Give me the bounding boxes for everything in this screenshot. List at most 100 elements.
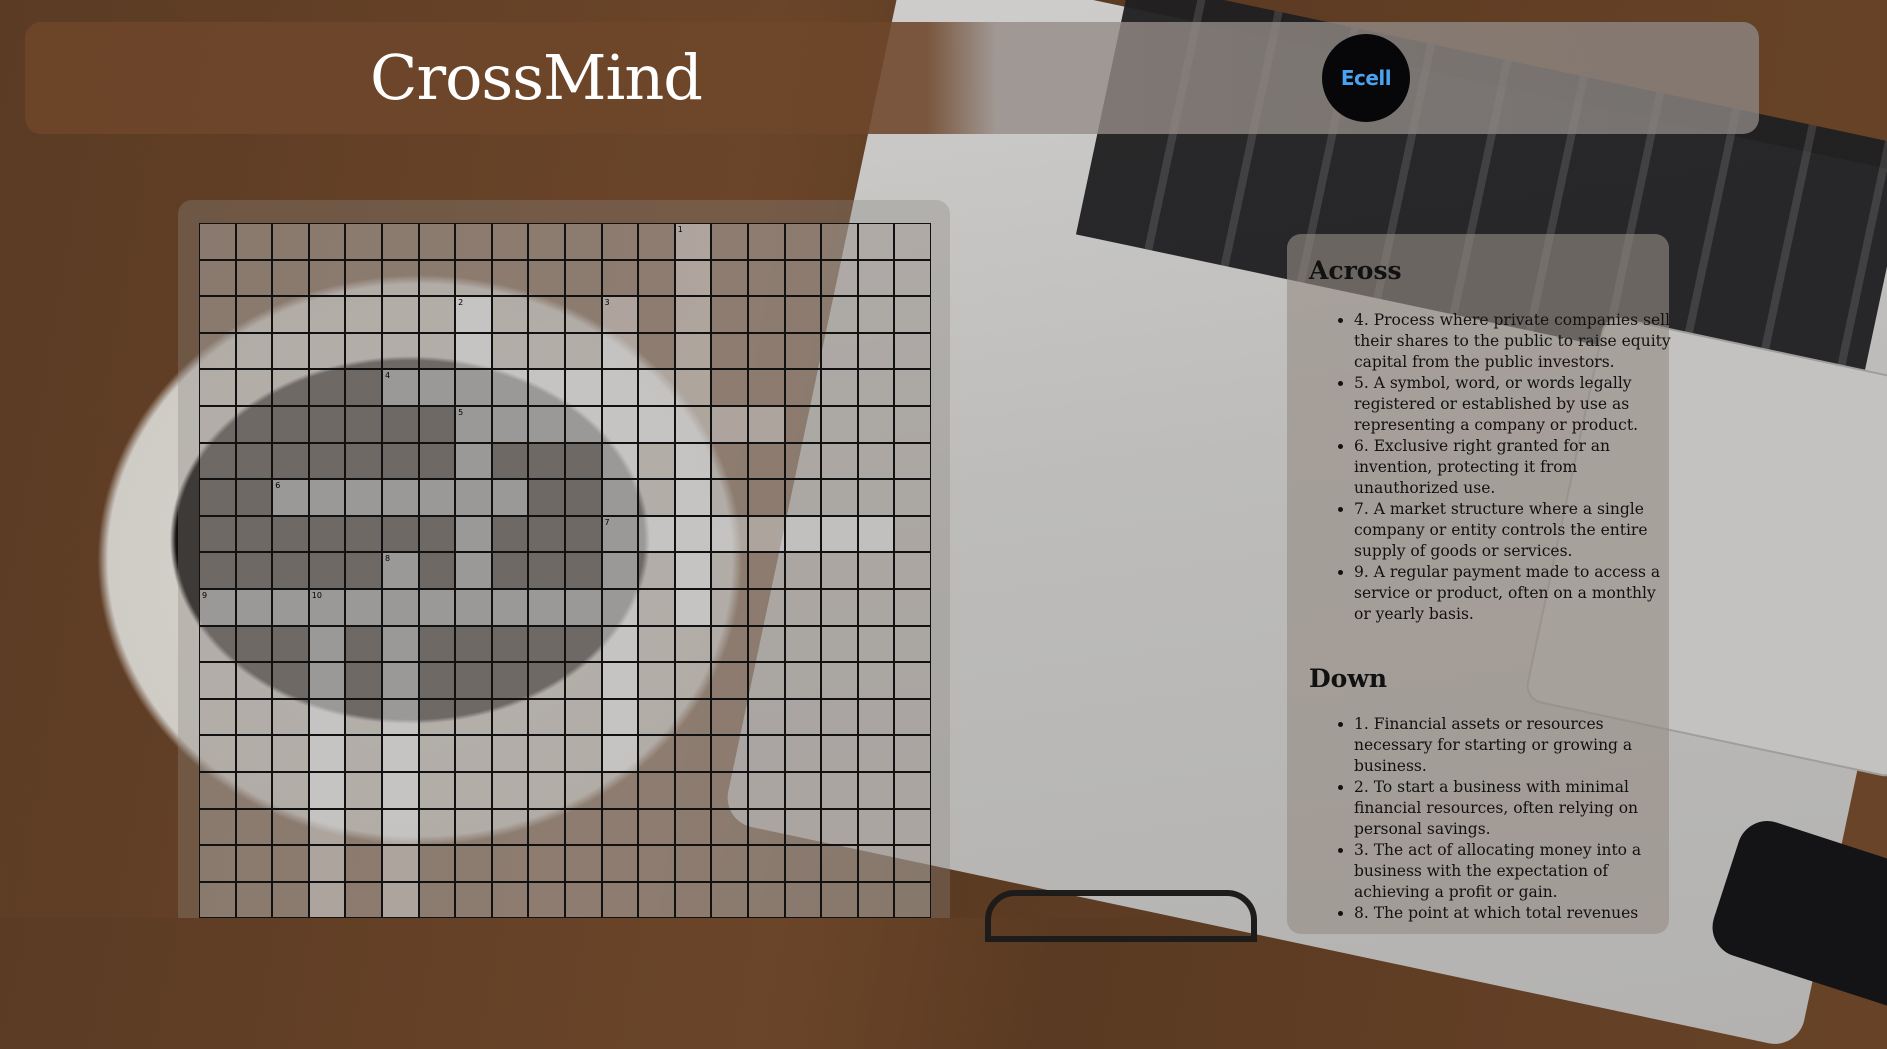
grid-cell[interactable]	[455, 625, 492, 663]
grid-cell[interactable]	[674, 515, 712, 553]
grid-cell[interactable]	[418, 296, 456, 333]
grid-cell[interactable]	[308, 881, 346, 919]
grid-cell[interactable]	[381, 405, 419, 443]
grid-cell[interactable]	[711, 332, 748, 370]
grid-cell[interactable]	[821, 479, 858, 516]
grid-cell[interactable]	[199, 259, 236, 297]
grid-cell[interactable]	[272, 369, 309, 406]
grid-cell[interactable]	[674, 588, 712, 626]
grid-cell[interactable]	[821, 588, 858, 626]
grid-cell[interactable]	[821, 662, 858, 699]
grid-cell[interactable]	[308, 442, 346, 480]
grid-cell[interactable]	[857, 808, 895, 846]
grid-cell[interactable]	[894, 223, 931, 260]
grid-cell[interactable]	[235, 369, 273, 406]
grid-cell[interactable]	[491, 332, 529, 370]
grid-cell[interactable]	[601, 625, 639, 663]
grid-cell[interactable]	[272, 552, 309, 589]
grid-cell[interactable]	[674, 332, 712, 370]
grid-cell[interactable]	[272, 698, 309, 736]
grid-cell[interactable]	[381, 479, 419, 516]
grid-cell[interactable]	[235, 808, 273, 846]
grid-cell[interactable]	[638, 405, 675, 443]
grid-cell[interactable]	[272, 296, 309, 333]
grid-cell[interactable]	[784, 808, 822, 846]
grid-cell[interactable]	[747, 771, 785, 809]
grid-cell[interactable]	[857, 588, 895, 626]
grid-cell[interactable]	[638, 771, 675, 809]
grid-cell[interactable]	[601, 881, 639, 919]
grid-cell[interactable]	[638, 515, 675, 553]
grid-cell[interactable]	[491, 625, 529, 663]
grid-cell[interactable]	[564, 881, 602, 919]
grid-cell[interactable]	[638, 296, 675, 333]
grid-cell[interactable]	[418, 223, 456, 260]
grid-cell[interactable]	[711, 845, 748, 882]
grid-cell[interactable]	[528, 845, 565, 882]
grid-cell[interactable]	[455, 332, 492, 370]
grid-cell[interactable]	[528, 698, 565, 736]
grid-cell[interactable]	[564, 479, 602, 516]
grid-cell[interactable]	[491, 405, 529, 443]
grid-cell[interactable]	[381, 332, 419, 370]
grid-cell[interactable]	[235, 662, 273, 699]
grid-cell[interactable]	[345, 515, 382, 553]
grid-cell[interactable]	[564, 662, 602, 699]
grid-cell[interactable]: 3	[601, 296, 639, 333]
grid-cell[interactable]	[491, 588, 529, 626]
grid-cell[interactable]	[711, 588, 748, 626]
grid-cell[interactable]	[747, 405, 785, 443]
grid-cell[interactable]	[711, 808, 748, 846]
grid-cell[interactable]	[564, 735, 602, 772]
grid-cell[interactable]	[638, 625, 675, 663]
grid-cell[interactable]	[638, 259, 675, 297]
grid-cell[interactable]	[528, 735, 565, 772]
grid-cell[interactable]	[821, 808, 858, 846]
grid-cell[interactable]	[345, 881, 382, 919]
grid-cell[interactable]	[601, 479, 639, 516]
grid-cell[interactable]	[711, 662, 748, 699]
grid-cell[interactable]	[345, 735, 382, 772]
grid-cell[interactable]	[711, 515, 748, 553]
grid-cell[interactable]	[528, 588, 565, 626]
grid-cell[interactable]	[308, 405, 346, 443]
grid-cell[interactable]	[674, 625, 712, 663]
grid-cell[interactable]	[528, 771, 565, 809]
grid-cell[interactable]	[894, 735, 931, 772]
grid-cell[interactable]	[857, 296, 895, 333]
grid-cell[interactable]	[638, 552, 675, 589]
grid-cell[interactable]	[345, 296, 382, 333]
grid-cell[interactable]	[601, 771, 639, 809]
grid-cell[interactable]	[308, 662, 346, 699]
grid-cell[interactable]	[308, 625, 346, 663]
grid-cell[interactable]	[894, 808, 931, 846]
grid-cell[interactable]	[235, 771, 273, 809]
grid-cell[interactable]	[894, 625, 931, 663]
grid-cell[interactable]	[674, 552, 712, 589]
grid-cell[interactable]	[747, 479, 785, 516]
grid-cell[interactable]	[747, 588, 785, 626]
grid-cell[interactable]	[381, 515, 419, 553]
grid-cell[interactable]	[784, 479, 822, 516]
grid-cell[interactable]	[199, 735, 236, 772]
grid-cell[interactable]	[381, 735, 419, 772]
grid-cell[interactable]	[564, 771, 602, 809]
grid-cell[interactable]	[784, 698, 822, 736]
grid-cell[interactable]	[272, 332, 309, 370]
grid-cell[interactable]	[491, 662, 529, 699]
grid-cell[interactable]	[894, 296, 931, 333]
grid-cell[interactable]	[345, 845, 382, 882]
grid-cell[interactable]	[784, 771, 822, 809]
grid-cell[interactable]	[601, 588, 639, 626]
grid-cell[interactable]	[528, 259, 565, 297]
grid-cell[interactable]	[674, 369, 712, 406]
grid-cell[interactable]	[784, 588, 822, 626]
grid-cell[interactable]	[199, 405, 236, 443]
grid-cell[interactable]	[455, 771, 492, 809]
grid-cell[interactable]	[345, 552, 382, 589]
grid-cell[interactable]	[491, 845, 529, 882]
grid-cell[interactable]	[235, 735, 273, 772]
grid-cell[interactable]	[235, 588, 273, 626]
grid-cell[interactable]	[747, 662, 785, 699]
grid-cell[interactable]	[455, 735, 492, 772]
